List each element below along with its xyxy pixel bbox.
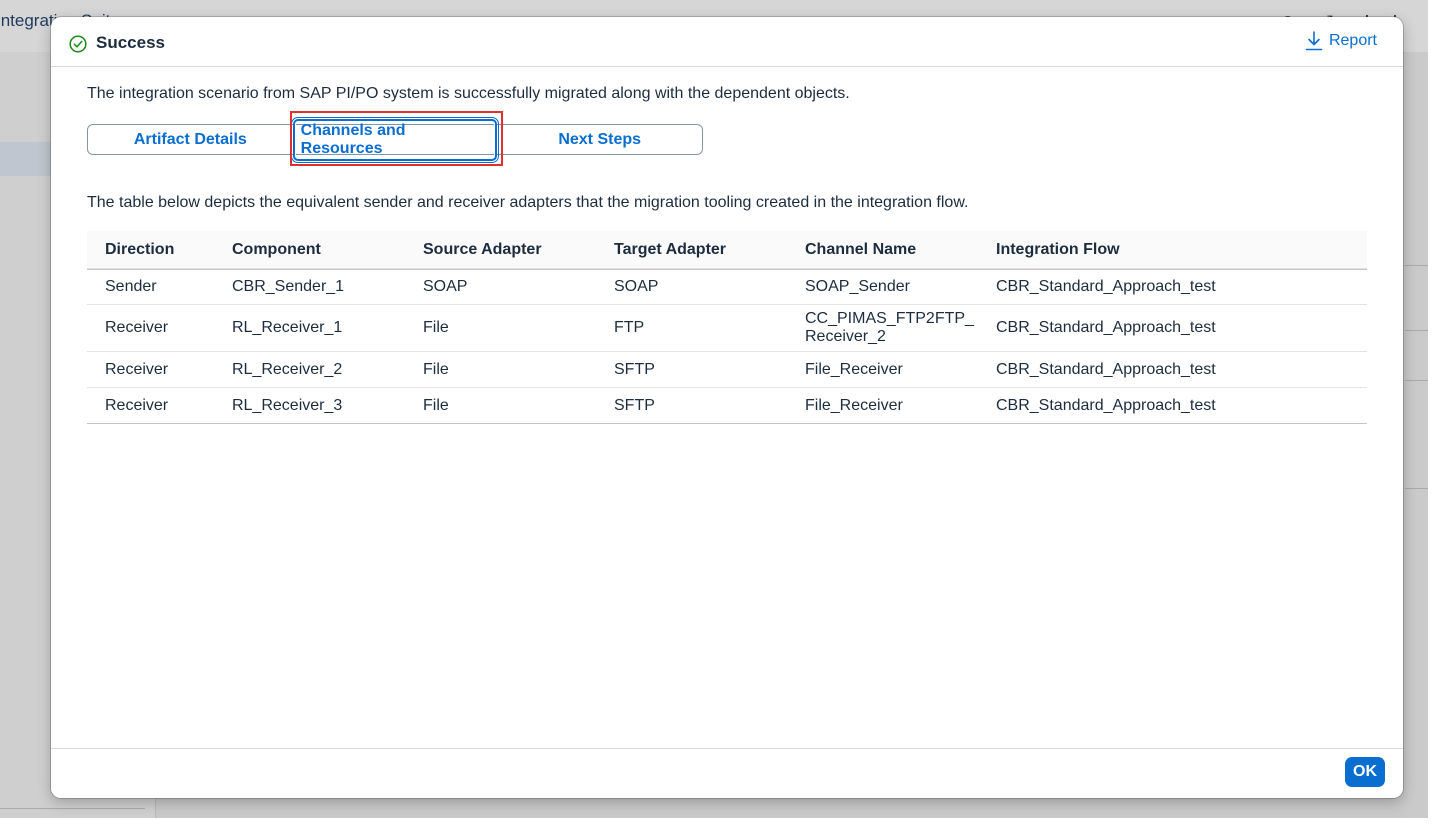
cell-direction: Receiver [87, 304, 214, 352]
column-header-integration-flow: Integration Flow [978, 231, 1367, 269]
success-check-icon [69, 35, 87, 53]
highlight-annotation-box [290, 111, 503, 166]
ok-button[interactable]: OK [1345, 757, 1385, 787]
cell-source-adapter: SOAP [405, 268, 596, 305]
report-label: Report [1328, 32, 1377, 49]
cell-integration-flow: CBR_Standard_Approach_test [978, 268, 1367, 305]
adapters-table: Direction Component Source Adapter Targe… [87, 231, 1367, 424]
table-row: Receiver RL_Receiver_3 File SFTP File_Re… [87, 387, 1367, 424]
column-header-source-adapter: Source Adapter [405, 231, 596, 269]
cell-target-adapter: FTP [596, 304, 787, 352]
tab-next-steps[interactable]: Next Steps [497, 125, 702, 154]
download-icon [1305, 31, 1323, 51]
intro-text: The integration scenario from SAP PI/PO … [87, 85, 850, 102]
cell-integration-flow: CBR_Standard_Approach_test [978, 304, 1367, 352]
cell-direction: Receiver [87, 387, 214, 424]
dialog-title: Success [96, 33, 165, 52]
cell-source-adapter: File [405, 351, 596, 388]
background-divider [1405, 265, 1428, 266]
background-divider [1405, 380, 1428, 381]
table-row: Sender CBR_Sender_1 SOAP SOAP SOAP_Sende… [87, 268, 1367, 305]
background-divider [1405, 488, 1428, 489]
dialog-footer: OK [51, 748, 1403, 798]
background-divider [1405, 330, 1428, 331]
cell-component: RL_Receiver_1 [214, 304, 405, 352]
table-row: Receiver RL_Receiver_1 File FTP CC_PIMAS… [87, 304, 1367, 352]
background-divider [0, 808, 145, 809]
background-right-panel [1405, 52, 1428, 818]
column-header-target-adapter: Target Adapter [596, 231, 787, 269]
cell-target-adapter: SOAP [596, 268, 787, 305]
cell-target-adapter: SFTP [596, 387, 787, 424]
table-row: Receiver RL_Receiver_2 File SFTP File_Re… [87, 351, 1367, 388]
cell-direction: Sender [87, 268, 214, 305]
tab-label: Artifact Details [133, 130, 247, 148]
dialog-header: Success Report [51, 17, 1403, 67]
success-dialog: Success Report The integration scenario … [51, 17, 1403, 798]
cell-component: RL_Receiver_2 [214, 351, 405, 388]
cell-component: RL_Receiver_3 [214, 387, 405, 424]
cell-channel-name: SOAP_Sender [787, 268, 978, 305]
tab-label: Next Steps [558, 130, 642, 148]
column-header-direction: Direction [87, 231, 214, 269]
cell-component: CBR_Sender_1 [214, 268, 405, 305]
cell-channel-name: File_Receiver [787, 387, 978, 424]
report-button[interactable]: Report [1305, 31, 1377, 51]
table-header-row: Direction Component Source Adapter Targe… [87, 231, 1367, 269]
cell-channel-name: CC_PIMAS_FTP2FTP_Receiver_2 [787, 304, 978, 352]
cell-channel-name-text: CC_PIMAS_FTP2FTP_Receiver_2 [805, 310, 974, 345]
cell-target-adapter: SFTP [596, 351, 787, 388]
cell-direction: Receiver [87, 351, 214, 388]
column-header-component: Component [214, 231, 405, 269]
frame-border-bottom [0, 818, 1440, 829]
cell-integration-flow: CBR_Standard_Approach_test [978, 387, 1367, 424]
cell-source-adapter: File [405, 387, 596, 424]
cell-integration-flow: CBR_Standard_Approach_test [978, 351, 1367, 388]
table-description: The table below depicts the equivalent s… [87, 194, 969, 211]
cell-source-adapter: File [405, 304, 596, 352]
cell-channel-name: File_Receiver [787, 351, 978, 388]
frame-border-right [1428, 0, 1440, 829]
column-header-channel-name: Channel Name [787, 231, 978, 269]
tab-artifact-details[interactable]: Artifact Details [88, 125, 293, 154]
